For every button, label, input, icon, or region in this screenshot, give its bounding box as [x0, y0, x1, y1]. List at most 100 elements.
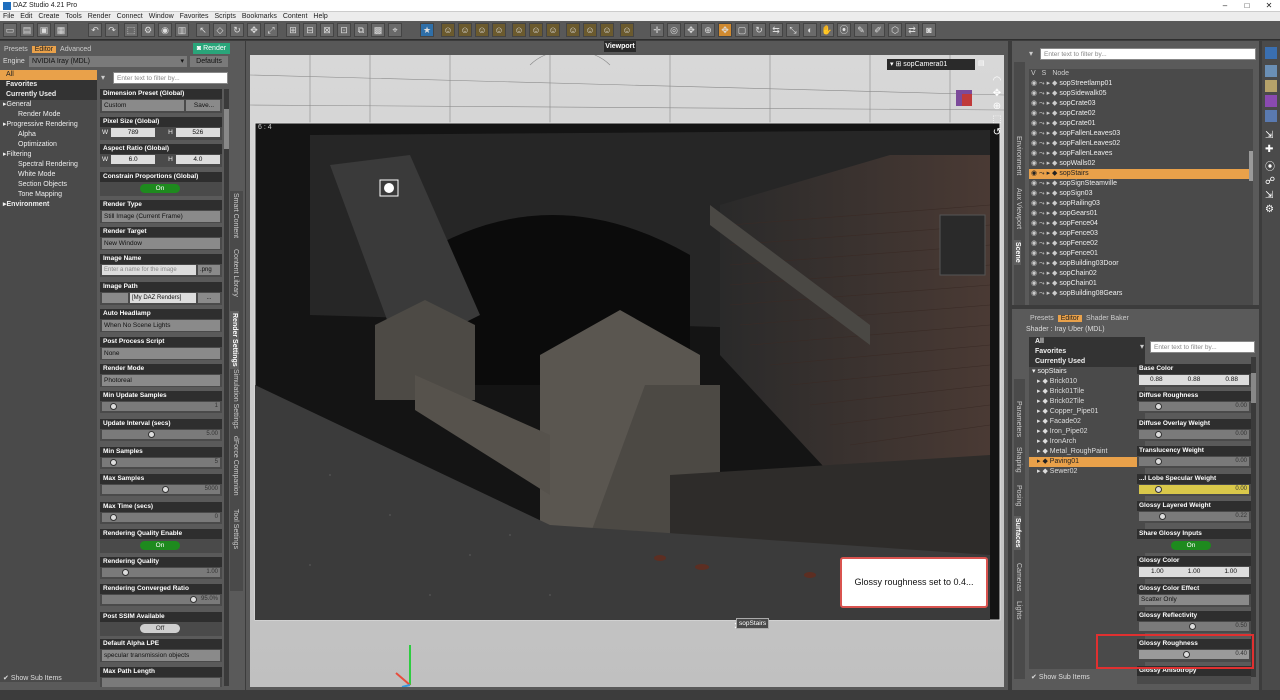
- app-icon-2[interactable]: [1265, 65, 1277, 77]
- vtab-render-settings[interactable]: Render Settings: [230, 311, 239, 369]
- minimize-button[interactable]: –: [1214, 0, 1236, 12]
- engine-select[interactable]: NVIDIA Iray (MDL) ▾: [29, 56, 187, 67]
- lobe-specular-slider[interactable]: 0.00: [1139, 485, 1249, 494]
- nav-general[interactable]: ▸General: [0, 100, 97, 110]
- zoom-icon[interactable]: ⊕: [701, 23, 715, 37]
- figure-icon-10[interactable]: ☺: [600, 23, 614, 37]
- min-samples-slider[interactable]: 5: [102, 458, 220, 467]
- figure-icon-6[interactable]: ☺: [529, 23, 543, 37]
- aspect-width-input[interactable]: 6.0: [111, 155, 156, 164]
- vtab-posing[interactable]: Posing: [1015, 485, 1022, 506]
- maximize-button[interactable]: □: [1236, 0, 1258, 12]
- scene-node-row[interactable]: ◉ ⤳ ▸ ◆ sopCrate01: [1029, 119, 1253, 129]
- figure-icon-5[interactable]: ☺: [512, 23, 526, 37]
- nav-tone-mapping[interactable]: Tone Mapping: [0, 190, 97, 200]
- pixel-width-input[interactable]: 789: [111, 128, 156, 137]
- universal-tool-icon[interactable]: ✥: [718, 23, 732, 37]
- node-visibility-icon[interactable]: ◉ ⤳ ▸ ◆: [1031, 230, 1059, 237]
- node-visibility-icon[interactable]: ◉ ⤳ ▸ ◆: [1031, 250, 1059, 257]
- scene-node-row[interactable]: ◉ ⤳ ▸ ◆ sopFallenLeaves: [1029, 149, 1253, 159]
- node-visibility-icon[interactable]: ◉ ⤳ ▸ ◆: [1031, 100, 1059, 107]
- node-visibility-icon[interactable]: ◉ ⤳ ▸ ◆: [1031, 180, 1059, 187]
- min-update-slider[interactable]: 1: [102, 402, 220, 411]
- max-time-slider[interactable]: 0: [102, 513, 220, 522]
- node-visibility-icon[interactable]: ◉ ⤳ ▸ ◆: [1031, 90, 1059, 97]
- diffuse-overlay-slider[interactable]: 0.00: [1139, 430, 1249, 439]
- camera-select[interactable]: ▾ ⊞ sopCamera01: [887, 59, 975, 70]
- scene-node-row[interactable]: ◉ ⤳ ▸ ◆ sopFallenLeaves02: [1029, 139, 1253, 149]
- menu-scripts[interactable]: Scripts: [214, 12, 235, 21]
- image-path-input[interactable]: [My DAZ Renders]: [130, 293, 196, 303]
- figure-icon-8[interactable]: ☺: [566, 23, 580, 37]
- dimension-select[interactable]: Custom: [102, 100, 184, 111]
- show-sub-items-checkbox[interactable]: ✔ Show Sub Items: [3, 674, 62, 682]
- app-icon-4[interactable]: [1265, 95, 1277, 107]
- surface-item[interactable]: ▸ ◆ Paving01: [1029, 457, 1145, 467]
- vtab-parameters[interactable]: Parameters: [1015, 401, 1022, 437]
- tool-joint-icon[interactable]: ⊡: [337, 23, 351, 37]
- base-color-input[interactable]: 0.88 0.88 0.88: [1139, 375, 1249, 385]
- tab-surface-editor[interactable]: Editor: [1057, 314, 1083, 322]
- active-pose-icon[interactable]: ✋: [820, 23, 834, 37]
- browse-path-button[interactable]: ...: [198, 293, 220, 303]
- save-preset-button[interactable]: Save...: [186, 100, 220, 111]
- tool-geometry-icon[interactable]: ⊠: [320, 23, 334, 37]
- surface-item[interactable]: ▸ ◆ Iron_Pipe02: [1029, 427, 1145, 437]
- vtab-tool-settings[interactable]: Tool Settings: [232, 509, 239, 549]
- camera-icon[interactable]: ◙: [922, 23, 936, 37]
- tool-select-icon[interactable]: ⊞: [286, 23, 300, 37]
- orbit-icon[interactable]: ◎: [667, 23, 681, 37]
- scene-node-row[interactable]: ◉ ⤳ ▸ ◆ sopFence04: [1029, 219, 1253, 229]
- slider-knob[interactable]: [1155, 431, 1162, 438]
- scale-icon[interactable]: ⤡: [786, 23, 800, 37]
- settings-icon[interactable]: ⚙: [1265, 204, 1277, 215]
- redo-icon[interactable]: ↷: [105, 23, 119, 37]
- nav-render-mode[interactable]: Render Mode: [0, 110, 97, 120]
- surface-item[interactable]: ▸ ◆ Facade02: [1029, 417, 1145, 427]
- menu-create[interactable]: Create: [38, 12, 59, 21]
- menu-render[interactable]: Render: [88, 12, 111, 21]
- figure-icon-1[interactable]: ☺: [441, 23, 455, 37]
- menu-tools[interactable]: Tools: [65, 12, 81, 21]
- surface-item[interactable]: ▸ ◆ Sewer02: [1029, 467, 1145, 477]
- scene-node-row[interactable]: ◉ ⤳ ▸ ◆ sopCrate03: [1029, 99, 1253, 109]
- slider-knob[interactable]: [190, 596, 197, 603]
- surface-filter-input[interactable]: Enter text to filter by...: [1150, 341, 1255, 353]
- filter-options-icon[interactable]: ▾: [101, 73, 105, 82]
- render-icon[interactable]: ◉: [158, 23, 172, 37]
- surface-item[interactable]: ▸ ◆ IronArch: [1029, 437, 1145, 447]
- slider-knob[interactable]: [1155, 486, 1162, 493]
- surface-item[interactable]: ▸ ◆ Brick02Tile: [1029, 397, 1145, 407]
- scene-node-row[interactable]: ◉ ⤳ ▸ ◆ sopRailing03: [1029, 199, 1253, 209]
- glossy-layered-slider[interactable]: 0.22: [1139, 512, 1249, 521]
- scene-node-row[interactable]: ◉ ⤳ ▸ ◆ sopGears01: [1029, 209, 1253, 219]
- slider-knob[interactable]: [1155, 458, 1162, 465]
- frame-control-icon[interactable]: ⬚: [991, 113, 1003, 126]
- alpha-lpe-select[interactable]: specular transmission objects: [102, 650, 220, 661]
- constrain-toggle[interactable]: On: [140, 184, 180, 193]
- render-album-icon[interactable]: ▥: [175, 23, 189, 37]
- translucency-slider[interactable]: 0.00: [1139, 457, 1249, 466]
- slider-knob[interactable]: [110, 403, 117, 410]
- scene-node-row[interactable]: ◉ ⤳ ▸ ◆ sopStairs: [1029, 169, 1253, 179]
- save-as-icon[interactable]: ▦: [54, 23, 68, 37]
- settings-filter-input[interactable]: Enter text to filter by...: [113, 72, 228, 84]
- quality-enable-toggle[interactable]: On: [140, 541, 180, 550]
- figure-icon-4[interactable]: ☺: [492, 23, 506, 37]
- auto-headlamp-select[interactable]: When No Scene Lights: [102, 320, 220, 331]
- viewport-tab[interactable]: Viewport: [604, 41, 636, 52]
- pan-control-icon[interactable]: ✥: [991, 87, 1003, 100]
- menu-content[interactable]: Content: [283, 12, 308, 21]
- glossy-effect-select[interactable]: Scatter Only: [1139, 595, 1249, 605]
- rotate-tool-icon[interactable]: ↻: [230, 23, 244, 37]
- undo-icon[interactable]: ↶: [88, 23, 102, 37]
- view-icon[interactable]: ⦿: [1265, 158, 1277, 173]
- nav-spectral[interactable]: Spectral Rendering: [0, 160, 97, 170]
- scene-node-row[interactable]: ◉ ⤳ ▸ ◆ sopChain02: [1029, 269, 1253, 279]
- node-visibility-icon[interactable]: ◉ ⤳ ▸ ◆: [1031, 260, 1059, 267]
- tool-weight-icon[interactable]: ⧉: [354, 23, 368, 37]
- node-visibility-icon[interactable]: ◉ ⤳ ▸ ◆: [1031, 200, 1059, 207]
- tab-surface-presets[interactable]: Presets: [1030, 315, 1054, 322]
- slider-knob[interactable]: [122, 569, 129, 576]
- update-interval-slider[interactable]: 5.00: [102, 430, 220, 439]
